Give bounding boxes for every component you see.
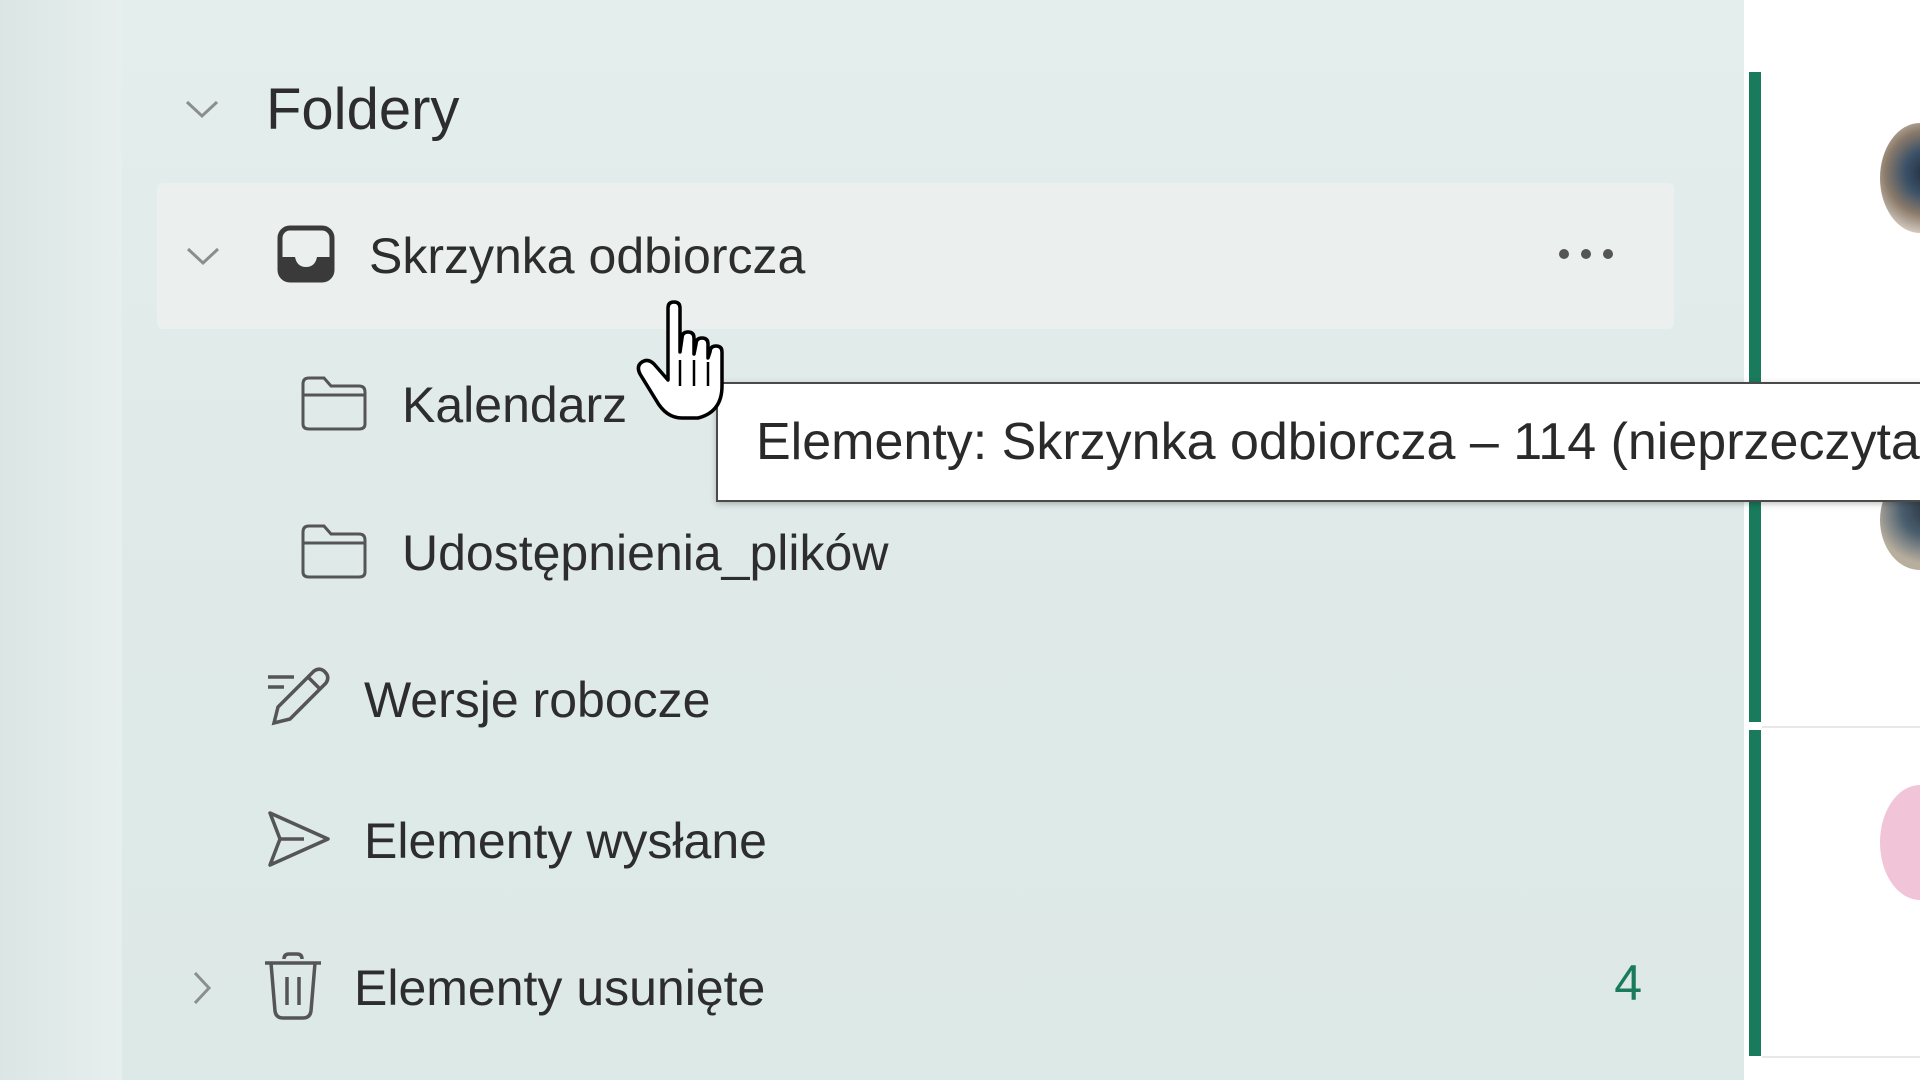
folder-label: Udostępnienia_plików — [402, 525, 889, 581]
mail-list-header — [1744, 0, 1920, 70]
tooltip-text: Elementy: Skrzynka odbiorcza – 114 (niep… — [756, 413, 1920, 471]
app-rail-edge — [0, 0, 122, 1080]
folder-item-drafts[interactable]: Wersje robocze — [264, 655, 710, 745]
folder-icon — [300, 522, 368, 585]
chevron-down-icon[interactable] — [182, 89, 222, 129]
section-title: Foldery — [266, 76, 460, 142]
folder-icon — [300, 374, 368, 437]
folder-item-udostepnienia[interactable]: Udostępnienia_plików — [300, 508, 888, 598]
chevron-right-icon[interactable] — [182, 968, 222, 1008]
folder-tooltip: Elementy: Skrzynka odbiorcza – 114 (niep… — [716, 382, 1920, 502]
message-indicator — [1749, 730, 1761, 1056]
folder-item-sent[interactable]: Elementy wysłane — [264, 796, 767, 886]
folder-label: Skrzynka odbiorcza — [369, 228, 806, 284]
pencil-icon — [264, 663, 334, 738]
trash-icon — [262, 951, 324, 1026]
folder-label: Wersje robocze — [364, 672, 711, 728]
hand-cursor-icon — [630, 300, 740, 430]
folder-item-kalendarz[interactable]: Kalendarz — [300, 360, 627, 450]
more-icon[interactable] — [1556, 237, 1616, 271]
message-divider — [1762, 1056, 1920, 1058]
folder-label: Kalendarz — [402, 377, 628, 433]
chevron-down-icon[interactable] — [183, 236, 223, 276]
folder-item-inbox[interactable]: Skrzynka odbiorcza — [157, 183, 1674, 329]
unread-count-badge: 4 — [1614, 955, 1642, 1011]
folder-label: Elementy usunięte — [354, 960, 766, 1016]
inbox-icon — [277, 225, 335, 288]
folder-item-deleted[interactable]: Elementy usunięte 4 — [182, 940, 1642, 1036]
mail-list — [1744, 70, 1920, 1080]
folders-section-header[interactable]: Foldery — [182, 72, 459, 146]
folder-label: Elementy wysłane — [364, 813, 767, 869]
send-icon — [264, 807, 334, 876]
message-divider — [1762, 726, 1920, 728]
